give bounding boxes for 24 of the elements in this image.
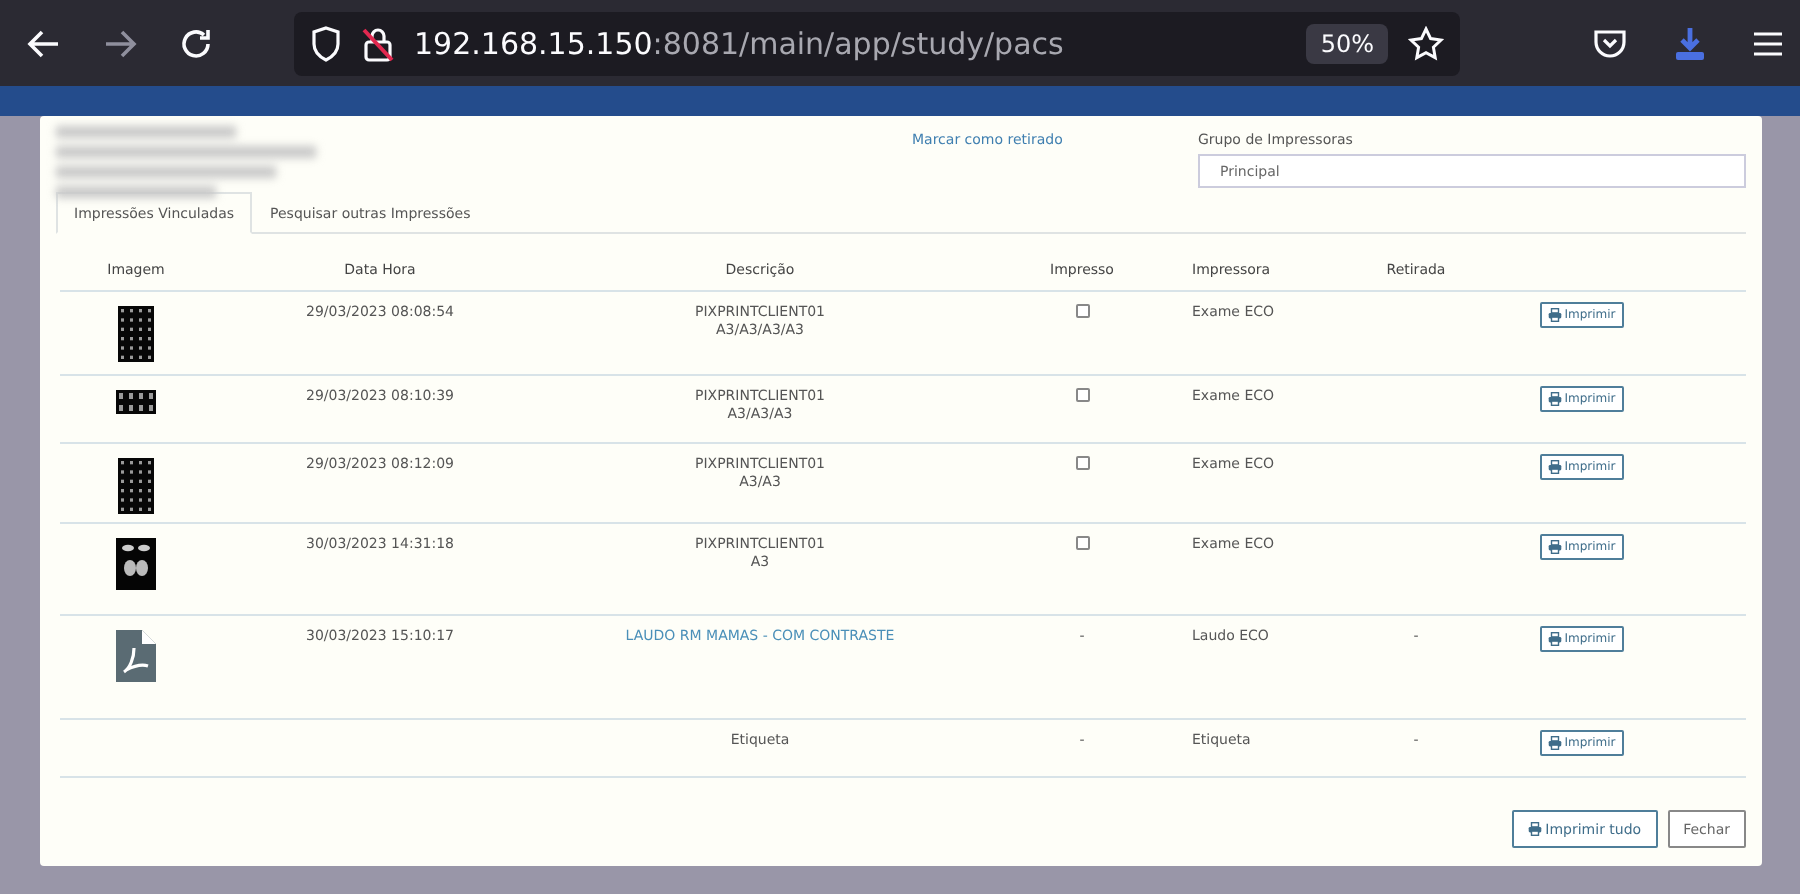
pdf-file-icon	[116, 630, 156, 682]
printer-icon	[1548, 392, 1563, 406]
printer-icon	[1548, 736, 1563, 750]
pocket-icon[interactable]	[1592, 25, 1628, 61]
reload-icon[interactable]	[178, 25, 214, 61]
printed-checkbox[interactable]	[1075, 536, 1089, 550]
download-icon[interactable]	[1672, 25, 1708, 61]
insecure-lock-icon[interactable]	[362, 25, 394, 61]
back-icon[interactable]	[26, 25, 62, 61]
star-icon[interactable]	[1408, 25, 1444, 61]
shield-icon[interactable]	[310, 25, 342, 61]
printer-icon	[1527, 822, 1542, 836]
printer-icon	[1548, 540, 1563, 554]
printer-icon	[1548, 308, 1563, 322]
forward-icon[interactable]	[102, 25, 138, 61]
printer-icon	[1548, 460, 1563, 474]
menu-icon[interactable]	[1752, 27, 1784, 59]
zoom-badge[interactable]: 50%	[1306, 23, 1388, 63]
printer-icon	[1548, 632, 1563, 646]
url-text[interactable]: 192.168.15.150:8081/main/app/study/pacs	[414, 25, 1064, 61]
printed-checkbox[interactable]	[1075, 304, 1089, 318]
printed-checkbox[interactable]	[1075, 388, 1089, 402]
address-bar[interactable]: 192.168.15.150:8081/main/app/study/pacs 50%	[294, 11, 1460, 75]
printed-checkbox[interactable]	[1075, 456, 1089, 470]
